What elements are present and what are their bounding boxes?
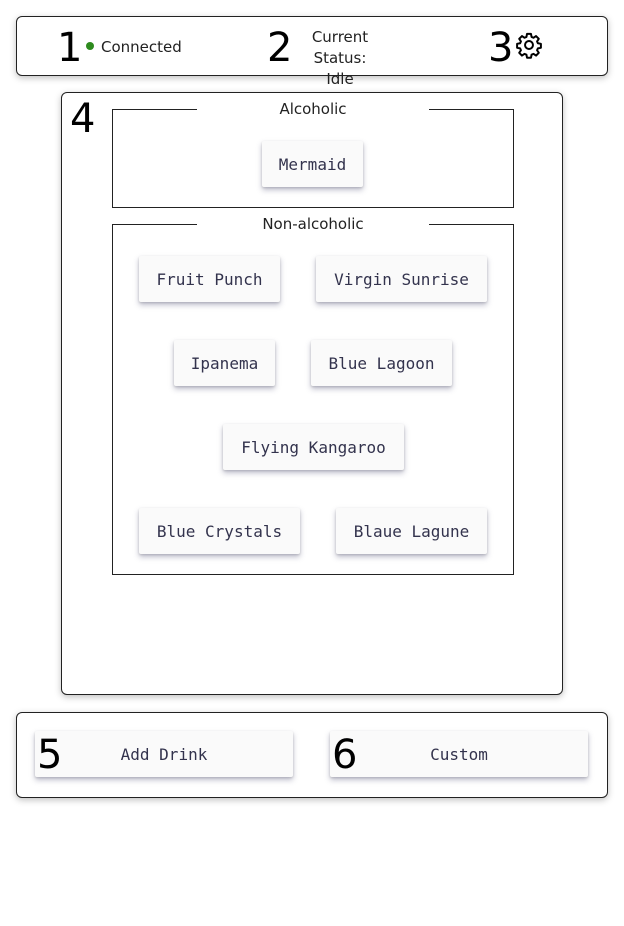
drink-menu: 4 Alcoholic Mermaid Non-alcoholic Fruit … (61, 92, 563, 695)
drink-button-fruit-punch[interactable]: Fruit Punch (139, 256, 280, 302)
machine-status: Current Status: Idle (285, 27, 395, 90)
custom-button[interactable]: 6 Custom (330, 731, 588, 777)
action-bar: 5 Add Drink 6 Custom (16, 712, 608, 798)
marker-3: 3 (488, 25, 514, 71)
connection-indicator-icon (86, 42, 94, 50)
connection-status: Connected (101, 38, 182, 56)
drink-button-blue-crystals[interactable]: Blue Crystals (139, 508, 300, 554)
non-alcoholic-legend: Non-alcoholic (262, 215, 364, 233)
custom-label: Custom (430, 745, 488, 764)
status-label: Current Status: (311, 28, 369, 67)
gear-icon[interactable] (515, 31, 543, 59)
add-drink-button[interactable]: 5 Add Drink (35, 731, 293, 777)
marker-4: 4 (70, 96, 96, 142)
add-drink-label: Add Drink (120, 745, 208, 764)
status-value: Idle (326, 70, 354, 88)
drink-button-blaue-lagune[interactable]: Blaue Lagune (336, 508, 487, 554)
drink-button-mermaid[interactable]: Mermaid (262, 141, 363, 187)
status-bar: 1 Connected 2 Current Status: Idle 3 (16, 16, 608, 88)
marker-1: 1 (57, 25, 83, 71)
drink-button-blue-lagoon[interactable]: Blue Lagoon (311, 340, 452, 386)
drink-button-virgin-sunrise[interactable]: Virgin Sunrise (316, 256, 487, 302)
alcoholic-legend: Alcoholic (279, 100, 347, 118)
drink-button-flying-kangaroo[interactable]: Flying Kangaroo (223, 424, 404, 470)
drink-button-ipanema[interactable]: Ipanema (174, 340, 275, 386)
